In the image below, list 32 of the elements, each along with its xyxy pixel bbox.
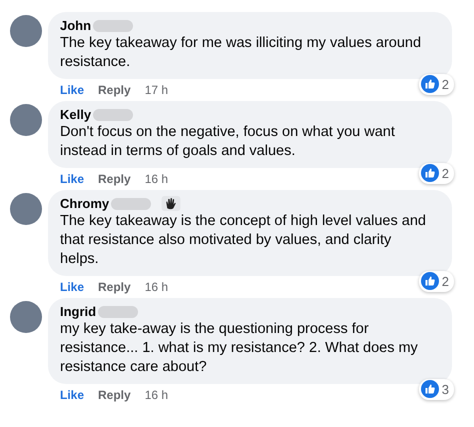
author-name[interactable]: Kelly — [60, 106, 92, 123]
avatar-circle[interactable] — [10, 15, 42, 47]
like-link[interactable]: Like — [60, 171, 84, 187]
reaction-count[interactable]: 2 — [418, 162, 454, 184]
author-name[interactable]: John — [60, 17, 92, 34]
thumbs-up-icon — [420, 75, 439, 94]
author-name[interactable]: Chromy — [60, 195, 110, 212]
avatar-circle[interactable] — [10, 104, 42, 136]
like-link[interactable]: Like — [60, 387, 84, 403]
timestamp: 16 h — [144, 279, 168, 295]
reply-link[interactable]: Reply — [98, 387, 131, 403]
reply-link[interactable]: Reply — [98, 171, 131, 187]
thumbs-up-icon — [420, 272, 439, 290]
thumbs-up-icon — [420, 164, 439, 182]
timestamp: 16 h — [144, 171, 168, 187]
avatar-circle[interactable] — [10, 193, 42, 225]
comment-text: The key takeaway is the concept of high level values and that resistance also motivated by values, and clarity helps. — [60, 212, 427, 269]
reaction-count[interactable]: 2 — [418, 270, 454, 292]
comment-text: my key take-away is the questioning process for resistance... 1. what is my resistance? 2. What does my resistance care about? — [60, 320, 419, 377]
like-link[interactable]: Like — [60, 82, 84, 98]
like-link[interactable]: Like — [60, 279, 84, 295]
comment-text: The key takeaway for me was illiciting my values around resistance. — [60, 34, 422, 72]
author-name[interactable]: Ingrid — [60, 303, 96, 320]
timestamp: 16 h — [144, 387, 168, 403]
avatar-circle[interactable] — [10, 301, 42, 333]
thumbs-up-icon — [420, 380, 439, 398]
timestamp: 17 h — [144, 82, 168, 98]
reply-link[interactable]: Reply — [98, 279, 131, 295]
reaction-count[interactable]: 3 — [418, 378, 454, 400]
reply-link[interactable]: Reply — [98, 82, 131, 98]
comment-text: Don't focus on the negative, focus on what you want instead in terms of goals and values. — [60, 123, 396, 161]
reaction-count[interactable]: 2 — [418, 74, 454, 95]
